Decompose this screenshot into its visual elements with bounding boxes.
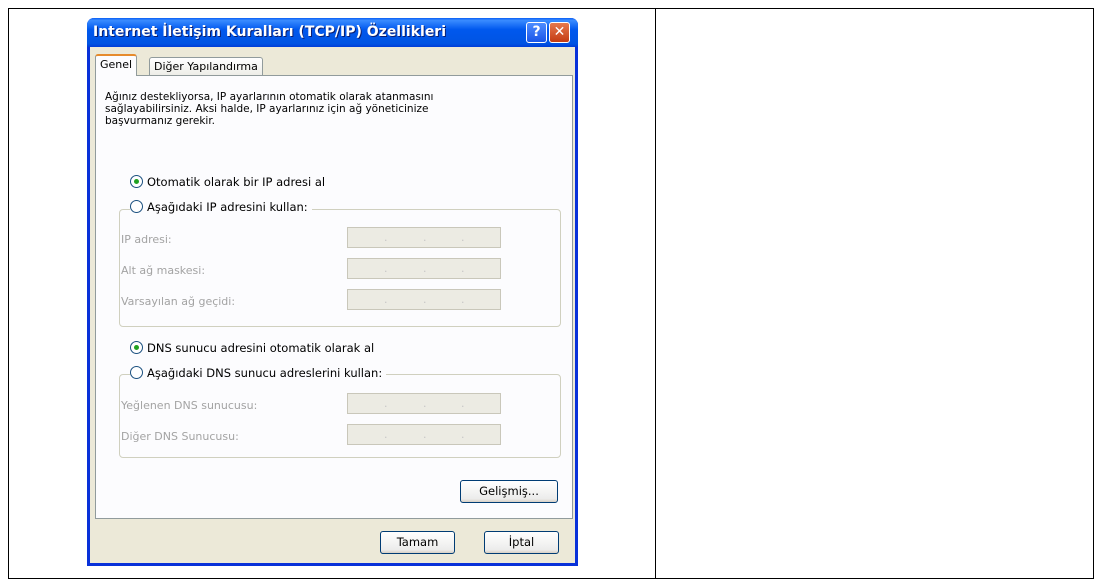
advanced-button[interactable]: Gelişmiş... (460, 480, 558, 503)
ok-button[interactable]: Tamam (380, 531, 455, 554)
dns-auto-label: DNS sunucu adresini otomatik olarak al (147, 341, 375, 355)
ip-address-field[interactable]: ... (347, 227, 501, 248)
alternate-dns-field[interactable]: ... (347, 424, 501, 445)
dns-auto-radio[interactable]: DNS sunucu adresini otomatik olarak al (130, 341, 374, 355)
preferred-dns-label: Yeğlenen DNS sunucusu: (121, 399, 258, 412)
tab-alternate-configuration[interactable]: Diğer Yapılandırma (149, 57, 263, 77)
subnet-mask-label: Alt ağ maskesi: (121, 264, 206, 277)
ip-auto-radio[interactable]: Otomatik olarak bir IP adresi al (130, 175, 325, 189)
dns-manual-radio[interactable]: Aşağıdaki DNS sunucu adreslerini kullan: (130, 366, 387, 380)
radio-selected-icon (130, 175, 143, 188)
ip-address-label: IP adresi: (121, 233, 172, 246)
tcpip-properties-dialog: Internet İletişim Kuralları (TCP/IP) Öze… (87, 18, 578, 566)
window-title: Internet İletişim Kuralları (TCP/IP) Öze… (93, 24, 447, 40)
help-icon[interactable]: ? (526, 22, 547, 43)
title-bar[interactable]: Internet İletişim Kuralları (TCP/IP) Öze… (87, 18, 578, 47)
default-gateway-field[interactable]: ... (347, 289, 501, 310)
general-panel: Ağınız destekliyorsa, IP ayarlarının oto… (95, 75, 573, 519)
dns-manual-label: Aşağıdaki DNS sunucu adreslerini kullan: (147, 366, 383, 380)
description-text: Ağınız destekliyorsa, IP ayarlarının oto… (105, 91, 434, 127)
default-gateway-label: Varsayılan ağ geçidi: (121, 295, 236, 308)
radio-unselected-icon (130, 366, 143, 379)
radio-unselected-icon (130, 200, 143, 213)
tab-general[interactable]: Genel (95, 54, 138, 76)
ip-manual-radio[interactable]: Aşağıdaki IP adresini kullan: (130, 200, 312, 214)
radio-selected-icon (130, 341, 143, 354)
subnet-mask-field[interactable]: ... (347, 258, 501, 279)
column-divider (655, 8, 656, 579)
ip-manual-label: Aşağıdaki IP adresini kullan: (147, 200, 308, 214)
cancel-button[interactable]: İptal (484, 531, 559, 554)
ip-auto-label: Otomatik olarak bir IP adresi al (147, 175, 326, 189)
preferred-dns-field[interactable]: ... (347, 393, 501, 414)
alternate-dns-label: Diğer DNS Sunucusu: (121, 430, 239, 443)
close-icon[interactable]: ✕ (549, 22, 570, 43)
dns-manual-group (119, 374, 561, 458)
